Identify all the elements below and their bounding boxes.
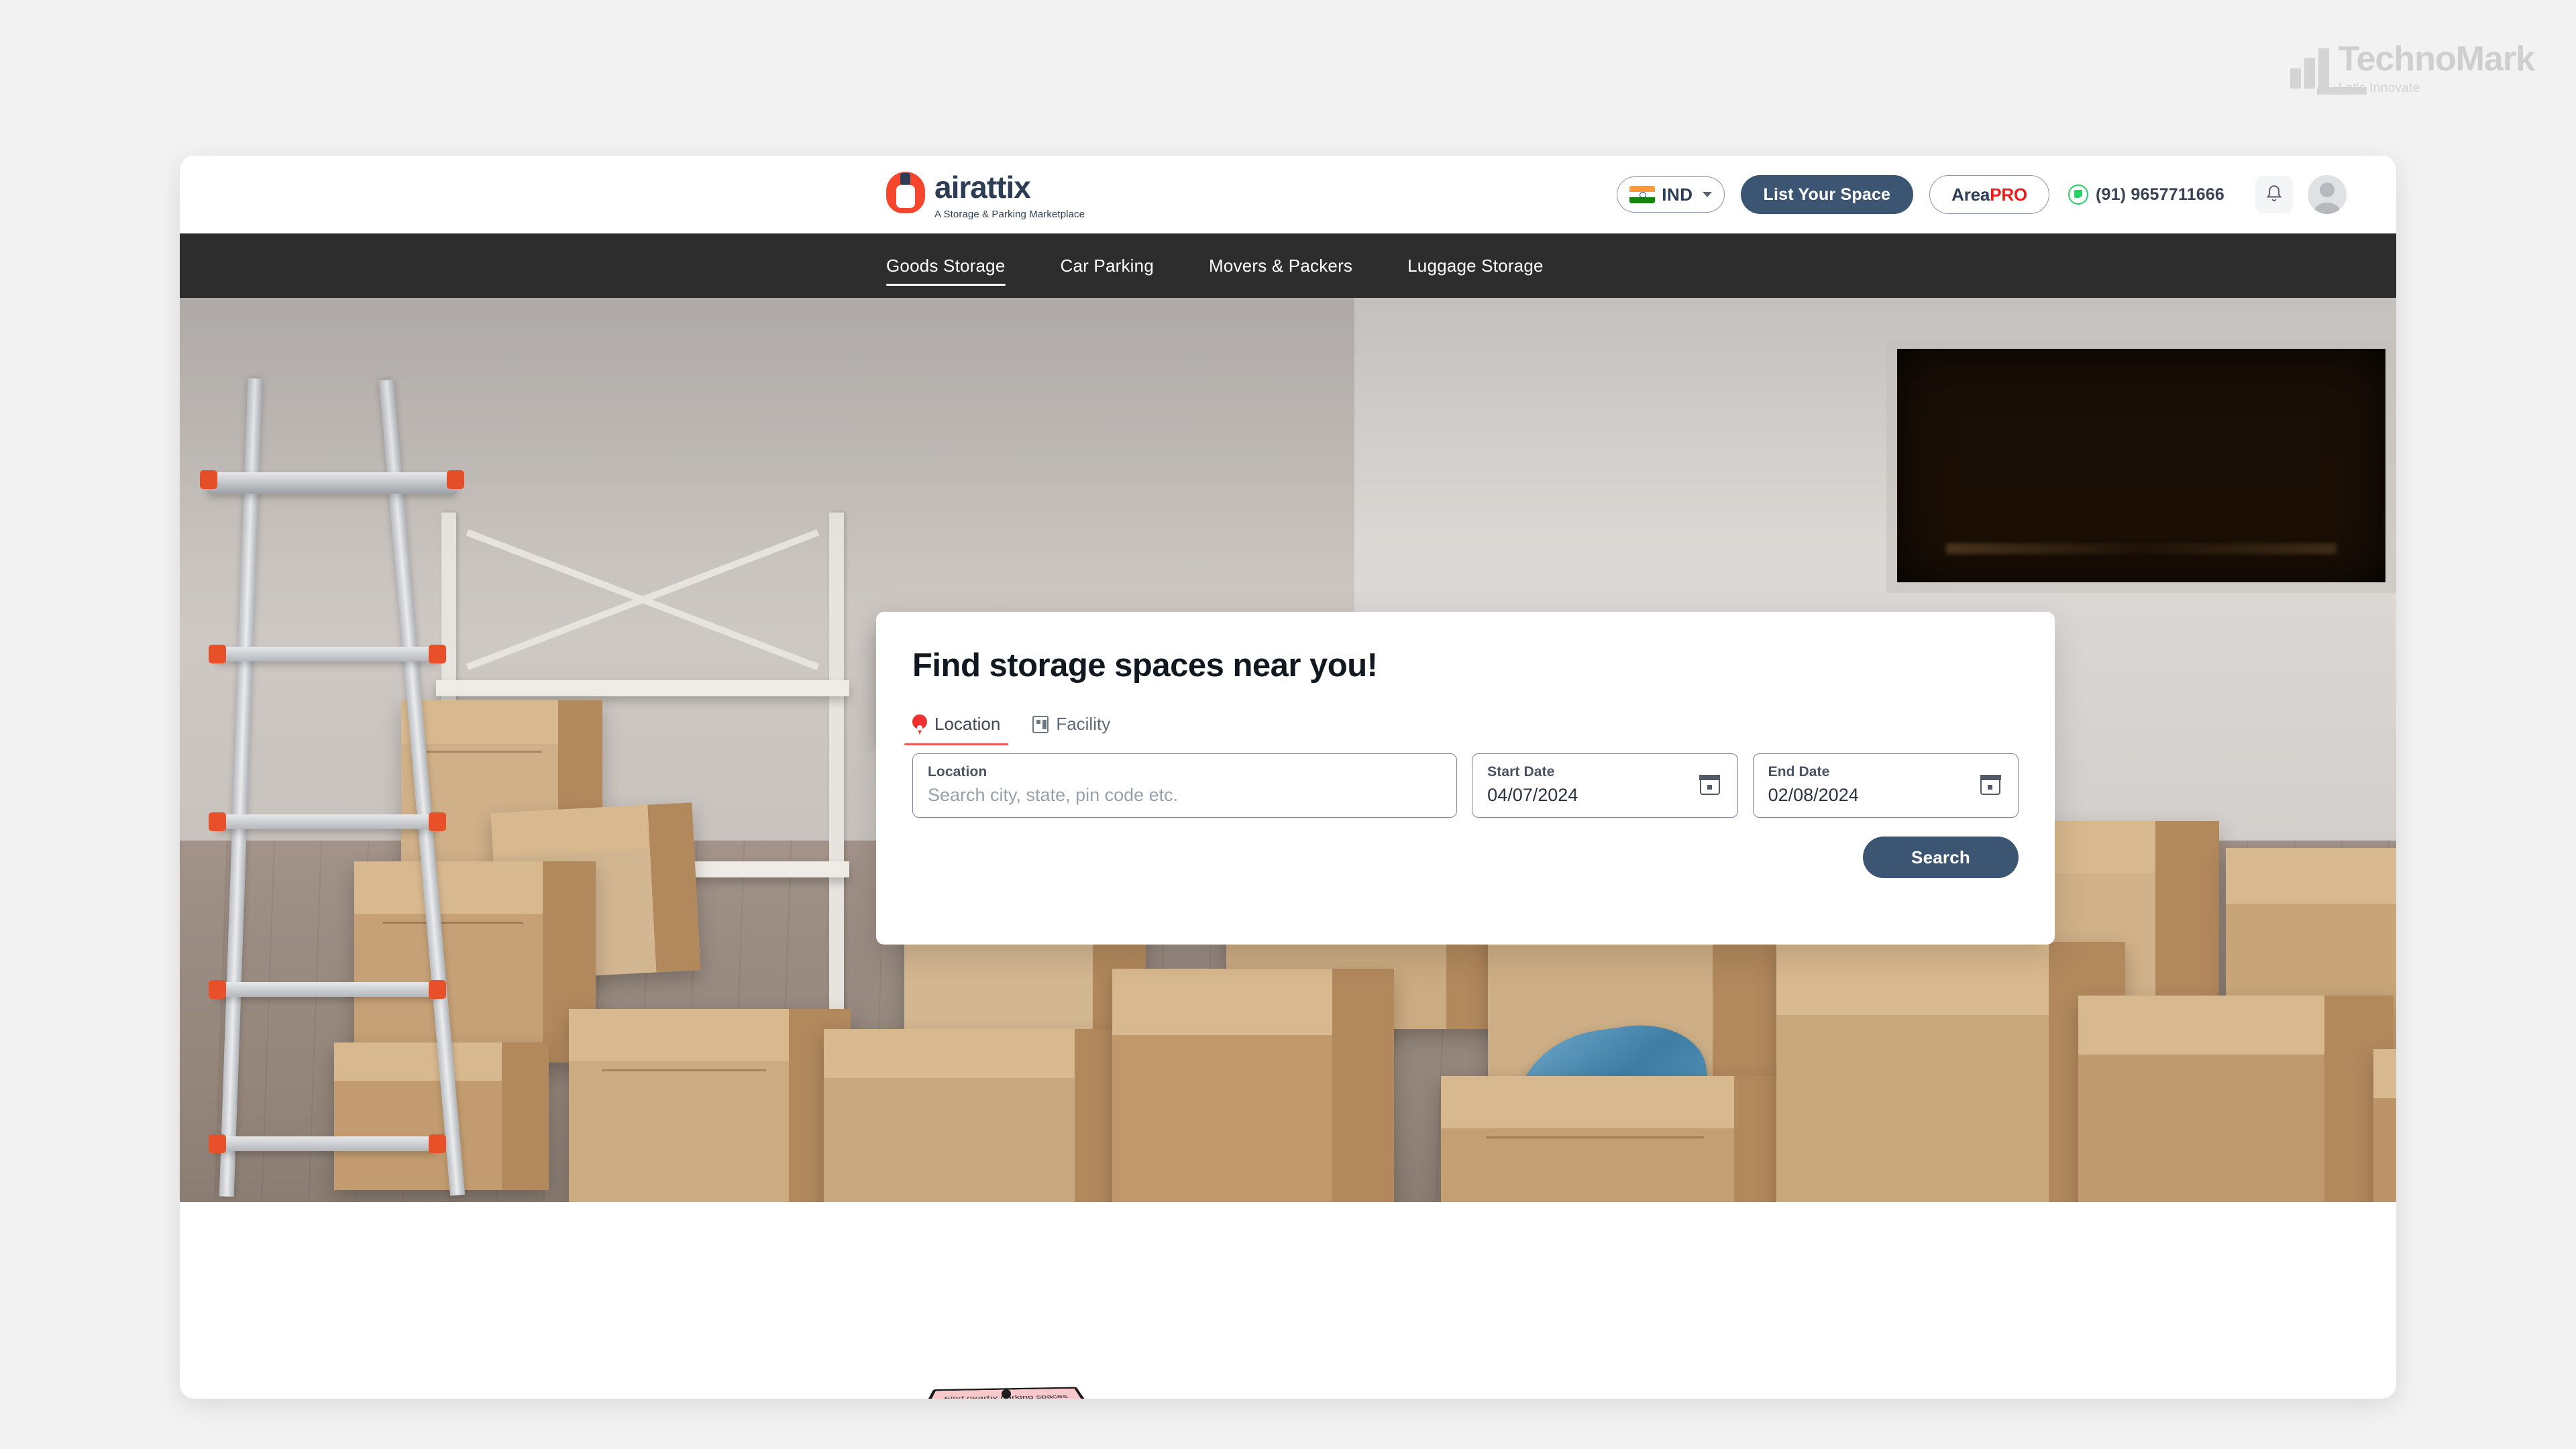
location-input[interactable]: Location Search city, state, pin code et… bbox=[912, 753, 1457, 818]
end-date-label: End Date bbox=[1768, 764, 2003, 780]
search-panel: Find storage spaces near you! Location F… bbox=[876, 612, 2055, 945]
browser-window: airattix A Storage & Parking Marketplace… bbox=[180, 156, 2396, 1399]
tab-location-label: Location bbox=[934, 714, 1000, 735]
bell-icon bbox=[2265, 184, 2284, 205]
hero-section: Find storage spaces near you! Location F… bbox=[180, 298, 2396, 1202]
areapro-button[interactable]: Area PRO bbox=[1929, 175, 2049, 214]
header-actions: IND List Your Space Area PRO (91) 9657711… bbox=[1617, 156, 2347, 233]
location-label: Location bbox=[928, 764, 1442, 780]
end-date-value: 02/08/2024 bbox=[1768, 785, 2003, 806]
search-fields: Location Search city, state, pin code et… bbox=[912, 753, 2019, 818]
calendar-icon[interactable] bbox=[1980, 775, 2000, 795]
technomark-logo-icon bbox=[2290, 48, 2329, 89]
facility-building-icon bbox=[1032, 716, 1049, 733]
parking-teaser-card[interactable]: Find nearby parking spaces bbox=[929, 1379, 1083, 1399]
nav-label: Luggage Storage bbox=[1407, 256, 1544, 276]
location-placeholder: Search city, state, pin code etc. bbox=[928, 785, 1442, 806]
chevron-down-icon bbox=[1703, 192, 1712, 197]
search-mode-tabs: Location Facility bbox=[912, 714, 2019, 745]
logo-name: airattix bbox=[934, 172, 1085, 203]
nav-item-goods-storage[interactable]: Goods Storage bbox=[886, 233, 1006, 298]
search-button[interactable]: Search bbox=[1863, 837, 2019, 878]
airattix-logo-icon bbox=[886, 172, 925, 213]
whatsapp-contact[interactable]: (91) 9657711666 bbox=[2068, 184, 2224, 205]
start-date-input[interactable]: Start Date 04/07/2024 bbox=[1472, 753, 1737, 818]
screen-root: TechnoMark Let's Innovate airattix A Sto… bbox=[0, 0, 2576, 1449]
country-selector[interactable]: IND bbox=[1617, 176, 1724, 213]
start-date-label: Start Date bbox=[1487, 764, 1722, 780]
tab-facility[interactable]: Facility bbox=[1032, 714, 1110, 745]
logo-tagline: A Storage & Parking Marketplace bbox=[934, 209, 1085, 220]
country-code-label: IND bbox=[1662, 184, 1693, 205]
phone-number: (91) 9657711666 bbox=[2096, 185, 2224, 205]
nav-item-luggage-storage[interactable]: Luggage Storage bbox=[1407, 233, 1544, 298]
start-date-value: 04/07/2024 bbox=[1487, 785, 1722, 806]
main-nav: Goods Storage Car Parking Movers & Packe… bbox=[180, 233, 2396, 298]
nav-item-car-parking[interactable]: Car Parking bbox=[1061, 233, 1154, 298]
technomark-watermark: TechnoMark Let's Innovate bbox=[2290, 42, 2534, 95]
india-flag-icon bbox=[1629, 186, 1655, 203]
calendar-icon[interactable] bbox=[1700, 775, 1720, 795]
end-date-input[interactable]: End Date 02/08/2024 bbox=[1753, 753, 2019, 818]
site-logo[interactable]: airattix A Storage & Parking Marketplace bbox=[886, 172, 1085, 220]
nav-label: Movers & Packers bbox=[1209, 256, 1352, 276]
areapro-suffix: PRO bbox=[1990, 184, 2027, 205]
nav-label: Car Parking bbox=[1061, 256, 1154, 276]
below-hero-section: Find nearby parking spaces bbox=[180, 1202, 2396, 1399]
nav-label: Goods Storage bbox=[886, 256, 1006, 276]
watermark-subtitle: Let's Innovate bbox=[2339, 82, 2534, 95]
site-header: airattix A Storage & Parking Marketplace… bbox=[180, 156, 2396, 233]
watermark-title: TechnoMark bbox=[2339, 42, 2534, 76]
teaser-marker-icon bbox=[1002, 1389, 1011, 1399]
list-your-space-button[interactable]: List Your Space bbox=[1741, 175, 1914, 214]
notifications-button[interactable] bbox=[2255, 176, 2293, 213]
tab-facility-label: Facility bbox=[1056, 714, 1110, 735]
avatar[interactable] bbox=[2308, 175, 2347, 214]
nav-item-movers-packers[interactable]: Movers & Packers bbox=[1209, 233, 1352, 298]
map-pin-icon bbox=[912, 714, 927, 735]
areapro-prefix: Area bbox=[1951, 184, 1990, 205]
tab-location[interactable]: Location bbox=[912, 714, 1000, 745]
page-title: Find storage spaces near you! bbox=[912, 647, 2019, 684]
whatsapp-icon bbox=[2068, 184, 2088, 205]
